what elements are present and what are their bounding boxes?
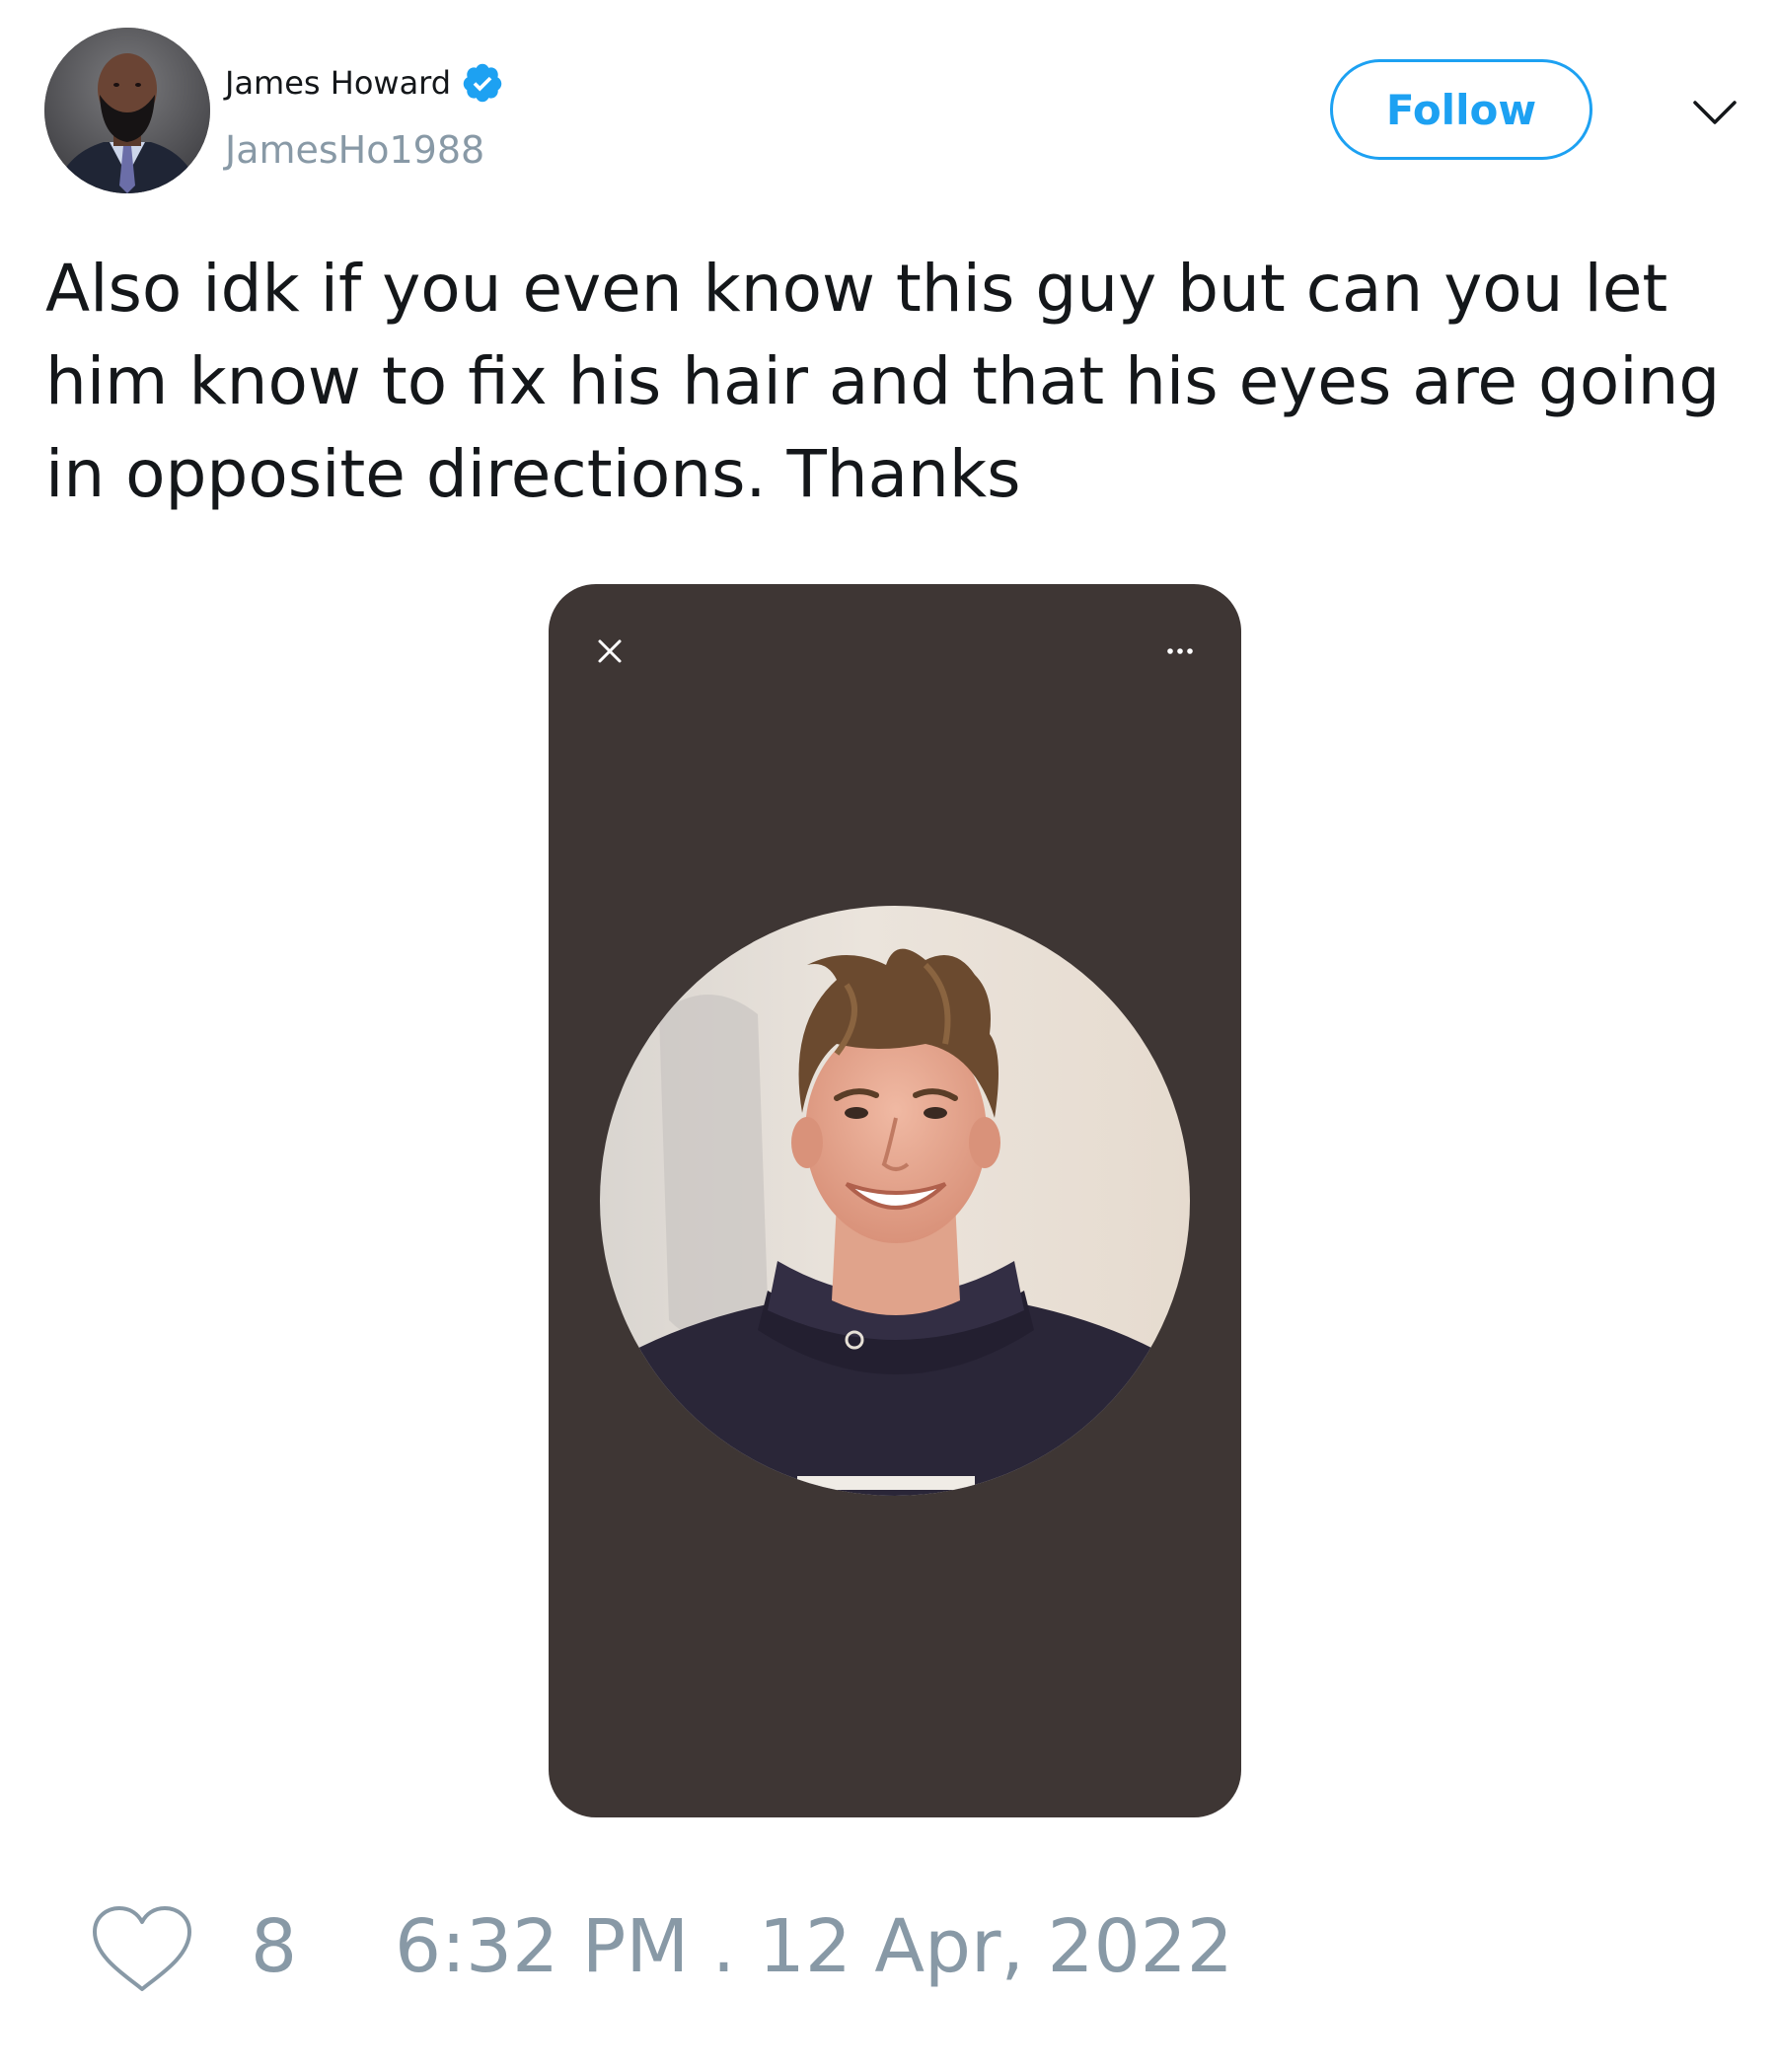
author-avatar[interactable]: [44, 28, 210, 193]
more-options-icon[interactable]: [1160, 633, 1200, 669]
profile-photo: [600, 906, 1190, 1496]
tweet-media[interactable]: [549, 584, 1241, 1817]
verified-badge-icon: [463, 63, 502, 103]
profile-photo-image: [600, 906, 1190, 1496]
tweet-card: James Howard JamesHo1988 Follow Also idk…: [0, 0, 1776, 2072]
display-name-text: James Howard: [225, 64, 452, 102]
avatar-image: [44, 28, 210, 193]
author-handle[interactable]: JamesHo1988: [225, 128, 484, 172]
author-display-name[interactable]: James Howard: [225, 61, 504, 105]
close-icon[interactable]: [592, 633, 628, 669]
chevron-down-icon[interactable]: [1689, 87, 1740, 138]
heart-icon[interactable]: [89, 1902, 195, 1997]
follow-button[interactable]: Follow: [1330, 59, 1592, 160]
tweet-text: Also idk if you even know this guy but c…: [45, 251, 1721, 512]
like-count: 8: [251, 1904, 298, 1989]
tweet-timestamp[interactable]: 6:32 PM . 12 Apr, 2022: [395, 1904, 1233, 1989]
